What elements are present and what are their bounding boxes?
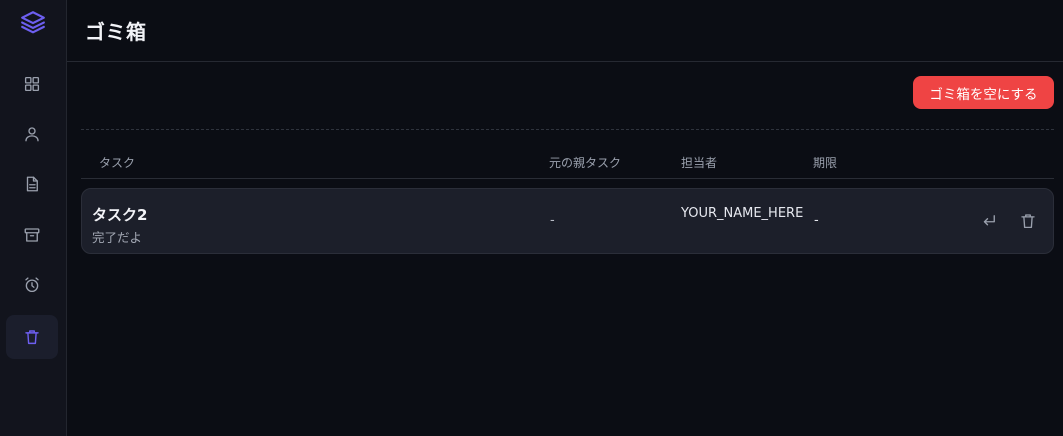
user-icon bbox=[25, 127, 39, 142]
delete-permanently-button[interactable] bbox=[1016, 209, 1040, 233]
app-root: ゴミ箱 ゴミ箱を空にする タスク 元の親タスク 担当者 期限 タスク2 完了だよ… bbox=[0, 0, 1063, 436]
grid-icon bbox=[24, 76, 40, 92]
task-title: タスク2 bbox=[92, 206, 148, 224]
sidebar-item-dashboard[interactable] bbox=[6, 62, 58, 106]
restore-icon bbox=[983, 215, 995, 226]
layers-icon[interactable] bbox=[19, 8, 47, 36]
column-header-task: タスク bbox=[99, 156, 136, 170]
sidebar-item-documents[interactable] bbox=[6, 162, 58, 206]
page-header: ゴミ箱 bbox=[67, 0, 1063, 62]
sidebar-item-archive[interactable] bbox=[6, 213, 58, 257]
sidebar-item-trash[interactable] bbox=[6, 315, 58, 359]
parent-task-cell: - bbox=[550, 213, 555, 228]
restore-button[interactable] bbox=[977, 209, 1001, 233]
sidebar-item-users[interactable] bbox=[6, 112, 58, 156]
page-title: ゴミ箱 bbox=[85, 20, 147, 44]
column-header-assignee: 担当者 bbox=[681, 156, 718, 170]
trash-icon bbox=[1021, 214, 1035, 229]
sidebar-item-alarm[interactable] bbox=[6, 263, 58, 307]
divider bbox=[81, 129, 1054, 130]
sidebar bbox=[0, 0, 67, 436]
document-icon bbox=[26, 176, 38, 192]
column-header-parent-task: 元の親タスク bbox=[549, 156, 622, 170]
column-header-due: 期限 bbox=[813, 156, 838, 170]
assignee-cell: YOUR_NAME_HERE bbox=[681, 206, 804, 221]
archive-icon bbox=[24, 228, 40, 242]
due-cell: - bbox=[814, 213, 819, 228]
trash-icon bbox=[25, 330, 39, 345]
task-description: 完了だよ bbox=[92, 230, 143, 245]
table-row: タスク2 完了だよ - YOUR_NAME_HERE - bbox=[81, 188, 1054, 254]
table-header: タスク 元の親タスク 担当者 期限 bbox=[81, 142, 1054, 179]
empty-trash-button[interactable]: ゴミ箱を空にする bbox=[913, 76, 1054, 109]
main-content: ゴミ箱 ゴミ箱を空にする タスク 元の親タスク 担当者 期限 タスク2 完了だよ… bbox=[67, 0, 1063, 436]
alarm-icon bbox=[25, 277, 39, 293]
